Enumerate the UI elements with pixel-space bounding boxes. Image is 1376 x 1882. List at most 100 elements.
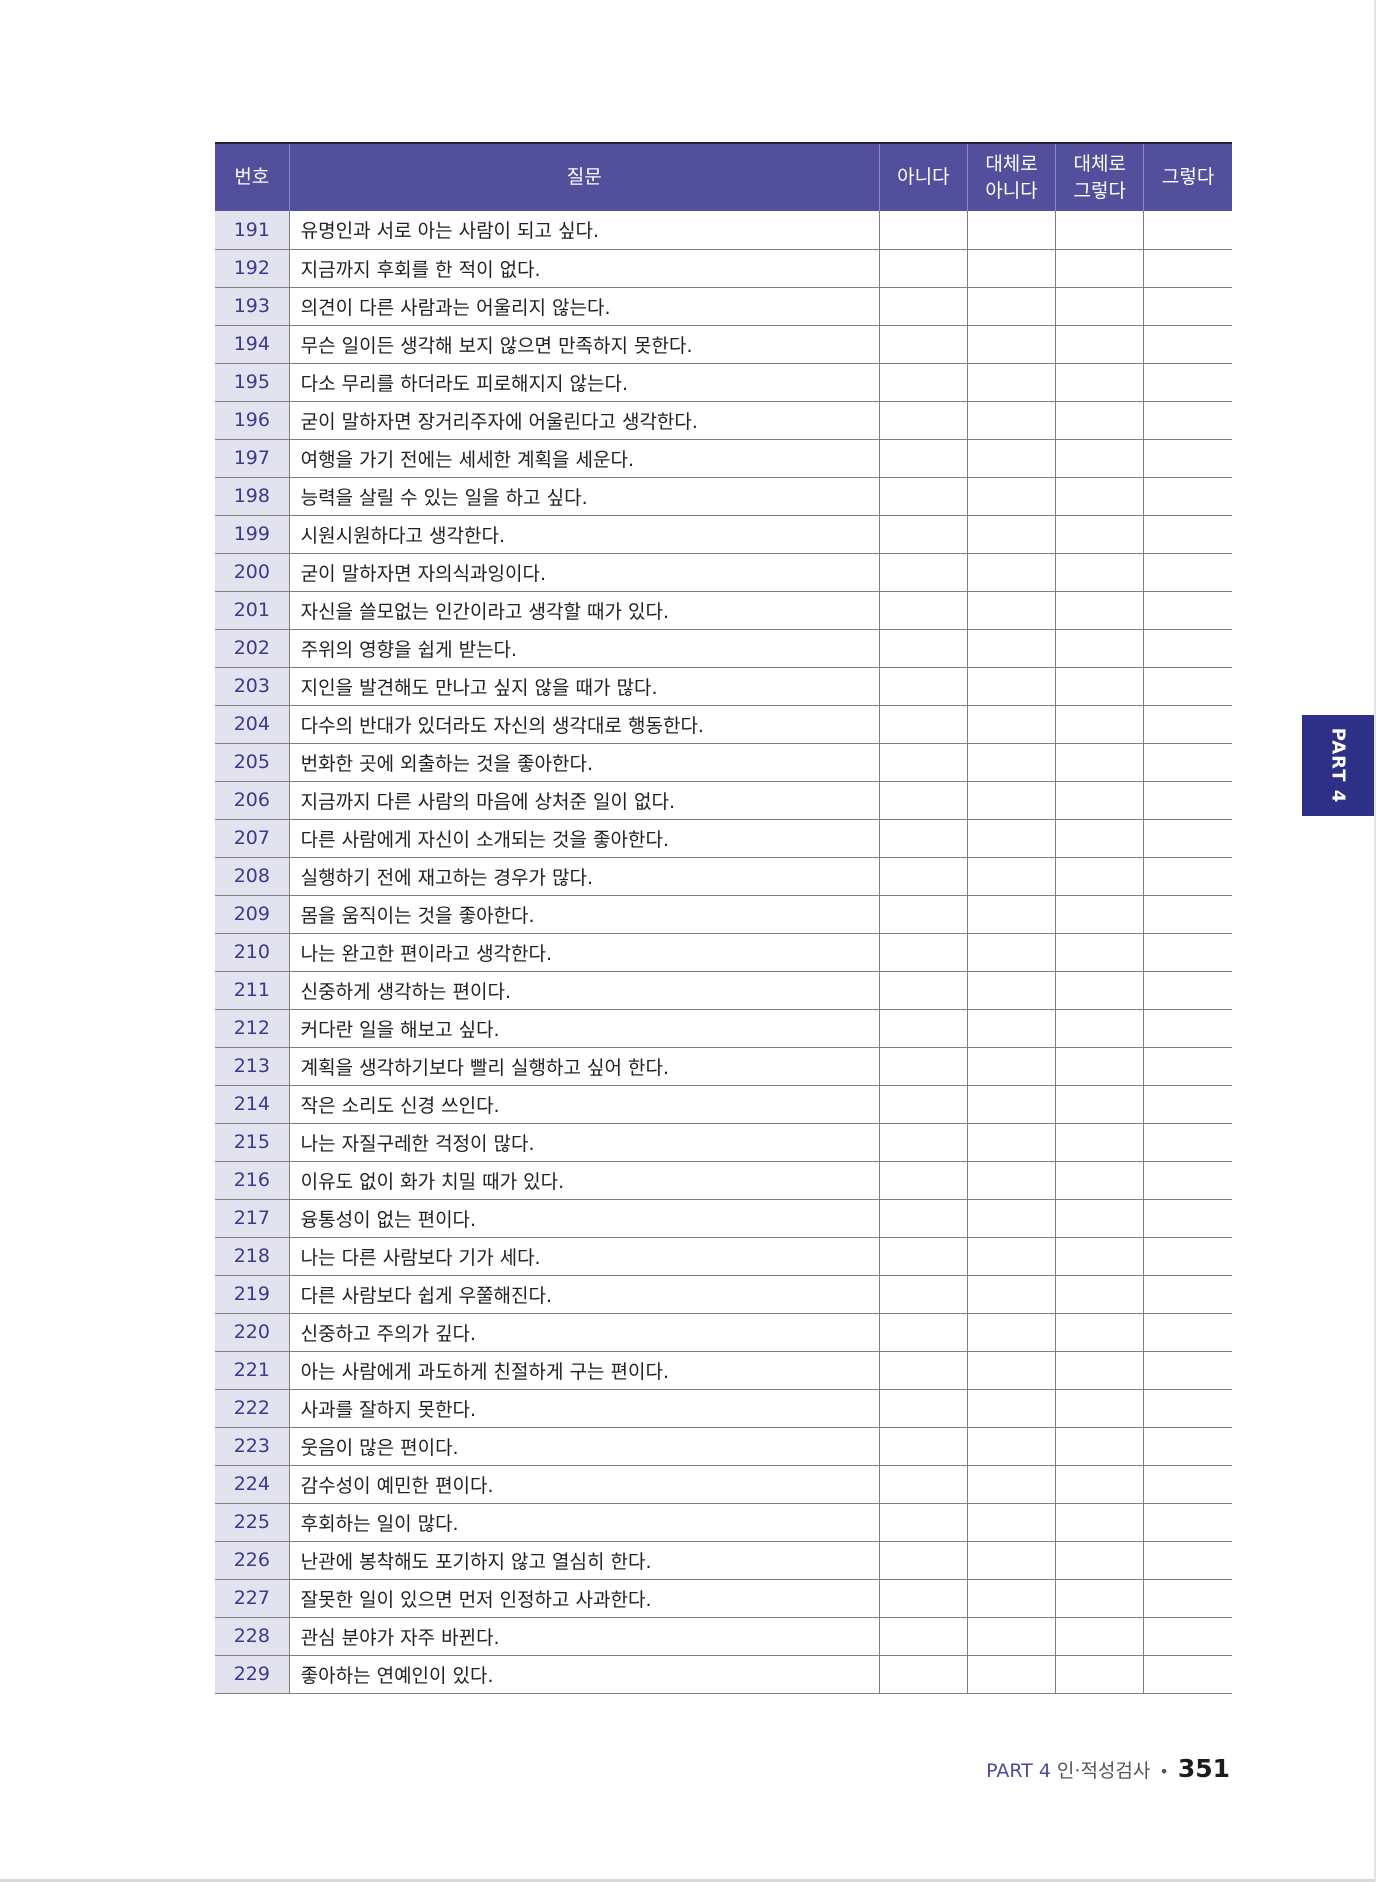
answer-mostly-yes-cell[interactable] bbox=[1055, 1503, 1144, 1542]
answer-mostly-no-cell[interactable] bbox=[966, 1237, 1056, 1276]
answer-mostly-no-cell[interactable] bbox=[966, 1313, 1056, 1352]
answer-yes-cell[interactable] bbox=[1143, 1123, 1232, 1162]
answer-mostly-no-cell[interactable] bbox=[966, 1123, 1056, 1162]
answer-mostly-yes-cell[interactable] bbox=[1055, 781, 1144, 820]
answer-yes-cell[interactable] bbox=[1143, 1655, 1232, 1694]
answer-no-cell[interactable] bbox=[878, 591, 968, 630]
answer-mostly-yes-cell[interactable] bbox=[1055, 819, 1144, 858]
answer-yes-cell[interactable] bbox=[1143, 1009, 1232, 1048]
answer-mostly-no-cell[interactable] bbox=[966, 1199, 1056, 1238]
answer-yes-cell[interactable] bbox=[1143, 1085, 1232, 1124]
answer-mostly-no-cell[interactable] bbox=[966, 1351, 1056, 1390]
answer-no-cell[interactable] bbox=[878, 1085, 968, 1124]
answer-no-cell[interactable] bbox=[878, 1579, 968, 1618]
answer-no-cell[interactable] bbox=[878, 667, 968, 706]
answer-mostly-yes-cell[interactable] bbox=[1055, 287, 1144, 326]
answer-mostly-yes-cell[interactable] bbox=[1055, 477, 1144, 516]
answer-mostly-no-cell[interactable] bbox=[966, 1655, 1056, 1694]
answer-no-cell[interactable] bbox=[878, 515, 968, 554]
answer-mostly-yes-cell[interactable] bbox=[1055, 1541, 1144, 1580]
answer-mostly-yes-cell[interactable] bbox=[1055, 1351, 1144, 1390]
answer-no-cell[interactable] bbox=[878, 705, 968, 744]
answer-mostly-no-cell[interactable] bbox=[966, 819, 1056, 858]
answer-mostly-no-cell[interactable] bbox=[966, 211, 1056, 250]
answer-mostly-yes-cell[interactable] bbox=[1055, 1085, 1144, 1124]
answer-mostly-yes-cell[interactable] bbox=[1055, 1047, 1144, 1086]
answer-yes-cell[interactable] bbox=[1143, 819, 1232, 858]
answer-no-cell[interactable] bbox=[878, 819, 968, 858]
answer-yes-cell[interactable] bbox=[1143, 1275, 1232, 1314]
answer-mostly-yes-cell[interactable] bbox=[1055, 1655, 1144, 1694]
answer-yes-cell[interactable] bbox=[1143, 1617, 1232, 1656]
answer-mostly-no-cell[interactable] bbox=[966, 1465, 1056, 1504]
answer-yes-cell[interactable] bbox=[1143, 1503, 1232, 1542]
answer-no-cell[interactable] bbox=[878, 1541, 968, 1580]
answer-mostly-no-cell[interactable] bbox=[966, 933, 1056, 972]
answer-no-cell[interactable] bbox=[878, 895, 968, 934]
answer-mostly-no-cell[interactable] bbox=[966, 1579, 1056, 1618]
answer-mostly-yes-cell[interactable] bbox=[1055, 1617, 1144, 1656]
answer-no-cell[interactable] bbox=[878, 249, 968, 288]
answer-no-cell[interactable] bbox=[878, 287, 968, 326]
answer-no-cell[interactable] bbox=[878, 971, 968, 1010]
answer-no-cell[interactable] bbox=[878, 1047, 968, 1086]
answer-yes-cell[interactable] bbox=[1143, 1047, 1232, 1086]
answer-no-cell[interactable] bbox=[878, 439, 968, 478]
answer-yes-cell[interactable] bbox=[1143, 1161, 1232, 1200]
answer-no-cell[interactable] bbox=[878, 1199, 968, 1238]
answer-no-cell[interactable] bbox=[878, 1123, 968, 1162]
answer-mostly-yes-cell[interactable] bbox=[1055, 325, 1144, 364]
answer-mostly-no-cell[interactable] bbox=[966, 1085, 1056, 1124]
answer-mostly-yes-cell[interactable] bbox=[1055, 591, 1144, 630]
answer-mostly-no-cell[interactable] bbox=[966, 743, 1056, 782]
answer-yes-cell[interactable] bbox=[1143, 743, 1232, 782]
answer-no-cell[interactable] bbox=[878, 1427, 968, 1466]
answer-mostly-no-cell[interactable] bbox=[966, 667, 1056, 706]
answer-yes-cell[interactable] bbox=[1143, 439, 1232, 478]
answer-mostly-yes-cell[interactable] bbox=[1055, 1237, 1144, 1276]
answer-no-cell[interactable] bbox=[878, 1503, 968, 1542]
answer-yes-cell[interactable] bbox=[1143, 591, 1232, 630]
answer-no-cell[interactable] bbox=[878, 1389, 968, 1428]
answer-yes-cell[interactable] bbox=[1143, 629, 1232, 668]
answer-yes-cell[interactable] bbox=[1143, 1351, 1232, 1390]
answer-mostly-no-cell[interactable] bbox=[966, 971, 1056, 1010]
answer-mostly-no-cell[interactable] bbox=[966, 705, 1056, 744]
answer-yes-cell[interactable] bbox=[1143, 705, 1232, 744]
answer-mostly-no-cell[interactable] bbox=[966, 515, 1056, 554]
answer-mostly-yes-cell[interactable] bbox=[1055, 1275, 1144, 1314]
answer-yes-cell[interactable] bbox=[1143, 249, 1232, 288]
answer-yes-cell[interactable] bbox=[1143, 325, 1232, 364]
answer-mostly-no-cell[interactable] bbox=[966, 439, 1056, 478]
answer-yes-cell[interactable] bbox=[1143, 1579, 1232, 1618]
answer-mostly-no-cell[interactable] bbox=[966, 895, 1056, 934]
answer-mostly-no-cell[interactable] bbox=[966, 287, 1056, 326]
answer-mostly-yes-cell[interactable] bbox=[1055, 439, 1144, 478]
answer-yes-cell[interactable] bbox=[1143, 667, 1232, 706]
answer-no-cell[interactable] bbox=[878, 1161, 968, 1200]
answer-mostly-no-cell[interactable] bbox=[966, 781, 1056, 820]
answer-mostly-no-cell[interactable] bbox=[966, 857, 1056, 896]
answer-yes-cell[interactable] bbox=[1143, 895, 1232, 934]
answer-no-cell[interactable] bbox=[878, 857, 968, 896]
answer-mostly-yes-cell[interactable] bbox=[1055, 667, 1144, 706]
answer-yes-cell[interactable] bbox=[1143, 363, 1232, 402]
answer-yes-cell[interactable] bbox=[1143, 1389, 1232, 1428]
answer-mostly-no-cell[interactable] bbox=[966, 1009, 1056, 1048]
answer-no-cell[interactable] bbox=[878, 629, 968, 668]
answer-yes-cell[interactable] bbox=[1143, 515, 1232, 554]
answer-mostly-yes-cell[interactable] bbox=[1055, 1123, 1144, 1162]
answer-mostly-no-cell[interactable] bbox=[966, 1541, 1056, 1580]
answer-mostly-yes-cell[interactable] bbox=[1055, 1009, 1144, 1048]
answer-mostly-no-cell[interactable] bbox=[966, 325, 1056, 364]
answer-no-cell[interactable] bbox=[878, 743, 968, 782]
answer-mostly-yes-cell[interactable] bbox=[1055, 1389, 1144, 1428]
answer-no-cell[interactable] bbox=[878, 325, 968, 364]
answer-no-cell[interactable] bbox=[878, 1009, 968, 1048]
answer-no-cell[interactable] bbox=[878, 1465, 968, 1504]
answer-mostly-no-cell[interactable] bbox=[966, 249, 1056, 288]
answer-mostly-yes-cell[interactable] bbox=[1055, 629, 1144, 668]
answer-mostly-yes-cell[interactable] bbox=[1055, 363, 1144, 402]
answer-mostly-yes-cell[interactable] bbox=[1055, 743, 1144, 782]
answer-mostly-no-cell[interactable] bbox=[966, 1617, 1056, 1656]
